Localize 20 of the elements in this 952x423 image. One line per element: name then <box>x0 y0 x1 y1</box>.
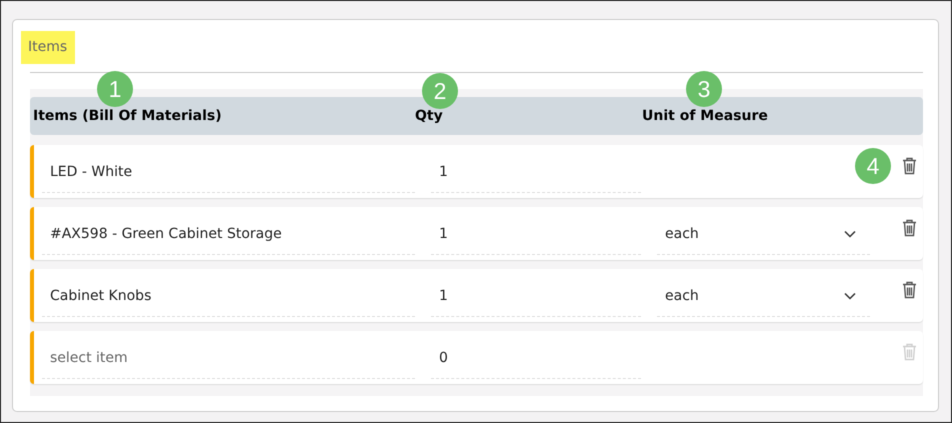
unit-select[interactable]: each <box>657 276 870 316</box>
qty-field[interactable]: 1 <box>431 214 641 254</box>
qty-field[interactable]: 1 <box>431 152 641 192</box>
column-header: Qty <box>415 108 444 124</box>
item-field[interactable]: LED - White <box>42 152 415 192</box>
qty-field[interactable]: 0 <box>431 338 641 378</box>
callout-badge: 2 <box>422 73 458 109</box>
chevron-down-icon <box>844 292 856 300</box>
item-field[interactable]: select item <box>42 338 415 378</box>
trash-icon[interactable] <box>902 156 917 174</box>
unit-select[interactable]: each <box>657 214 870 254</box>
column-header: Items (Bill Of Materials) <box>33 108 223 124</box>
section-title: Items <box>21 31 76 64</box>
trash-icon[interactable] <box>902 280 917 298</box>
qty-field[interactable]: 1 <box>431 276 641 316</box>
item-field[interactable]: Cabinet Knobs <box>42 276 415 316</box>
chevron-down-icon <box>844 230 856 238</box>
item-field[interactable]: #AX598 - Green Cabinet Storage <box>42 214 415 254</box>
column-header: Unit of Measure <box>642 108 769 124</box>
trash-icon[interactable] <box>902 218 917 236</box>
